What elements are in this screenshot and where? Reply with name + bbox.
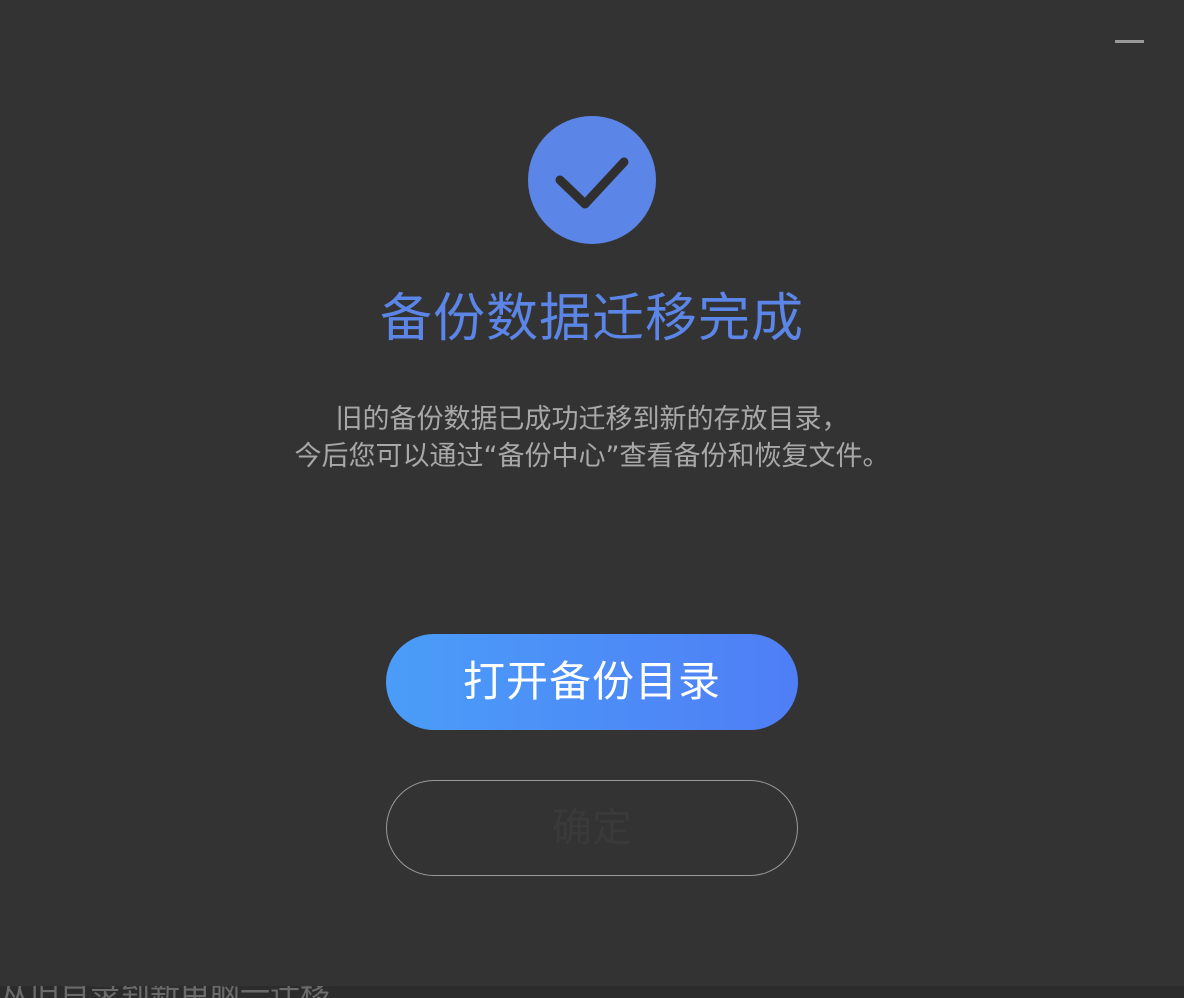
- description-line-1: 旧的备份数据已成功迁移到新的存放目录，: [335, 404, 849, 435]
- description-line-2: 今后您可以通过“备份中心”查看备份和恢复文件。: [294, 441, 890, 472]
- background-window-edge: 从旧目录到新电脑一迁移: [0, 986, 1184, 998]
- minimize-button[interactable]: [1108, 28, 1152, 56]
- minimize-icon: [1115, 40, 1144, 43]
- completion-title: 备份数据迁移完成: [379, 289, 804, 349]
- background-text: 从旧目录到新电脑一迁移: [0, 986, 330, 998]
- open-backup-folder-button[interactable]: 打开备份目录: [386, 634, 798, 730]
- success-checkmark-icon: [528, 116, 656, 244]
- confirm-button[interactable]: 确定: [386, 780, 798, 876]
- dialog-window: 备份数据迁移完成 旧的备份数据已成功迁移到新的存放目录， 今后您可以通过“备份中…: [0, 0, 1184, 998]
